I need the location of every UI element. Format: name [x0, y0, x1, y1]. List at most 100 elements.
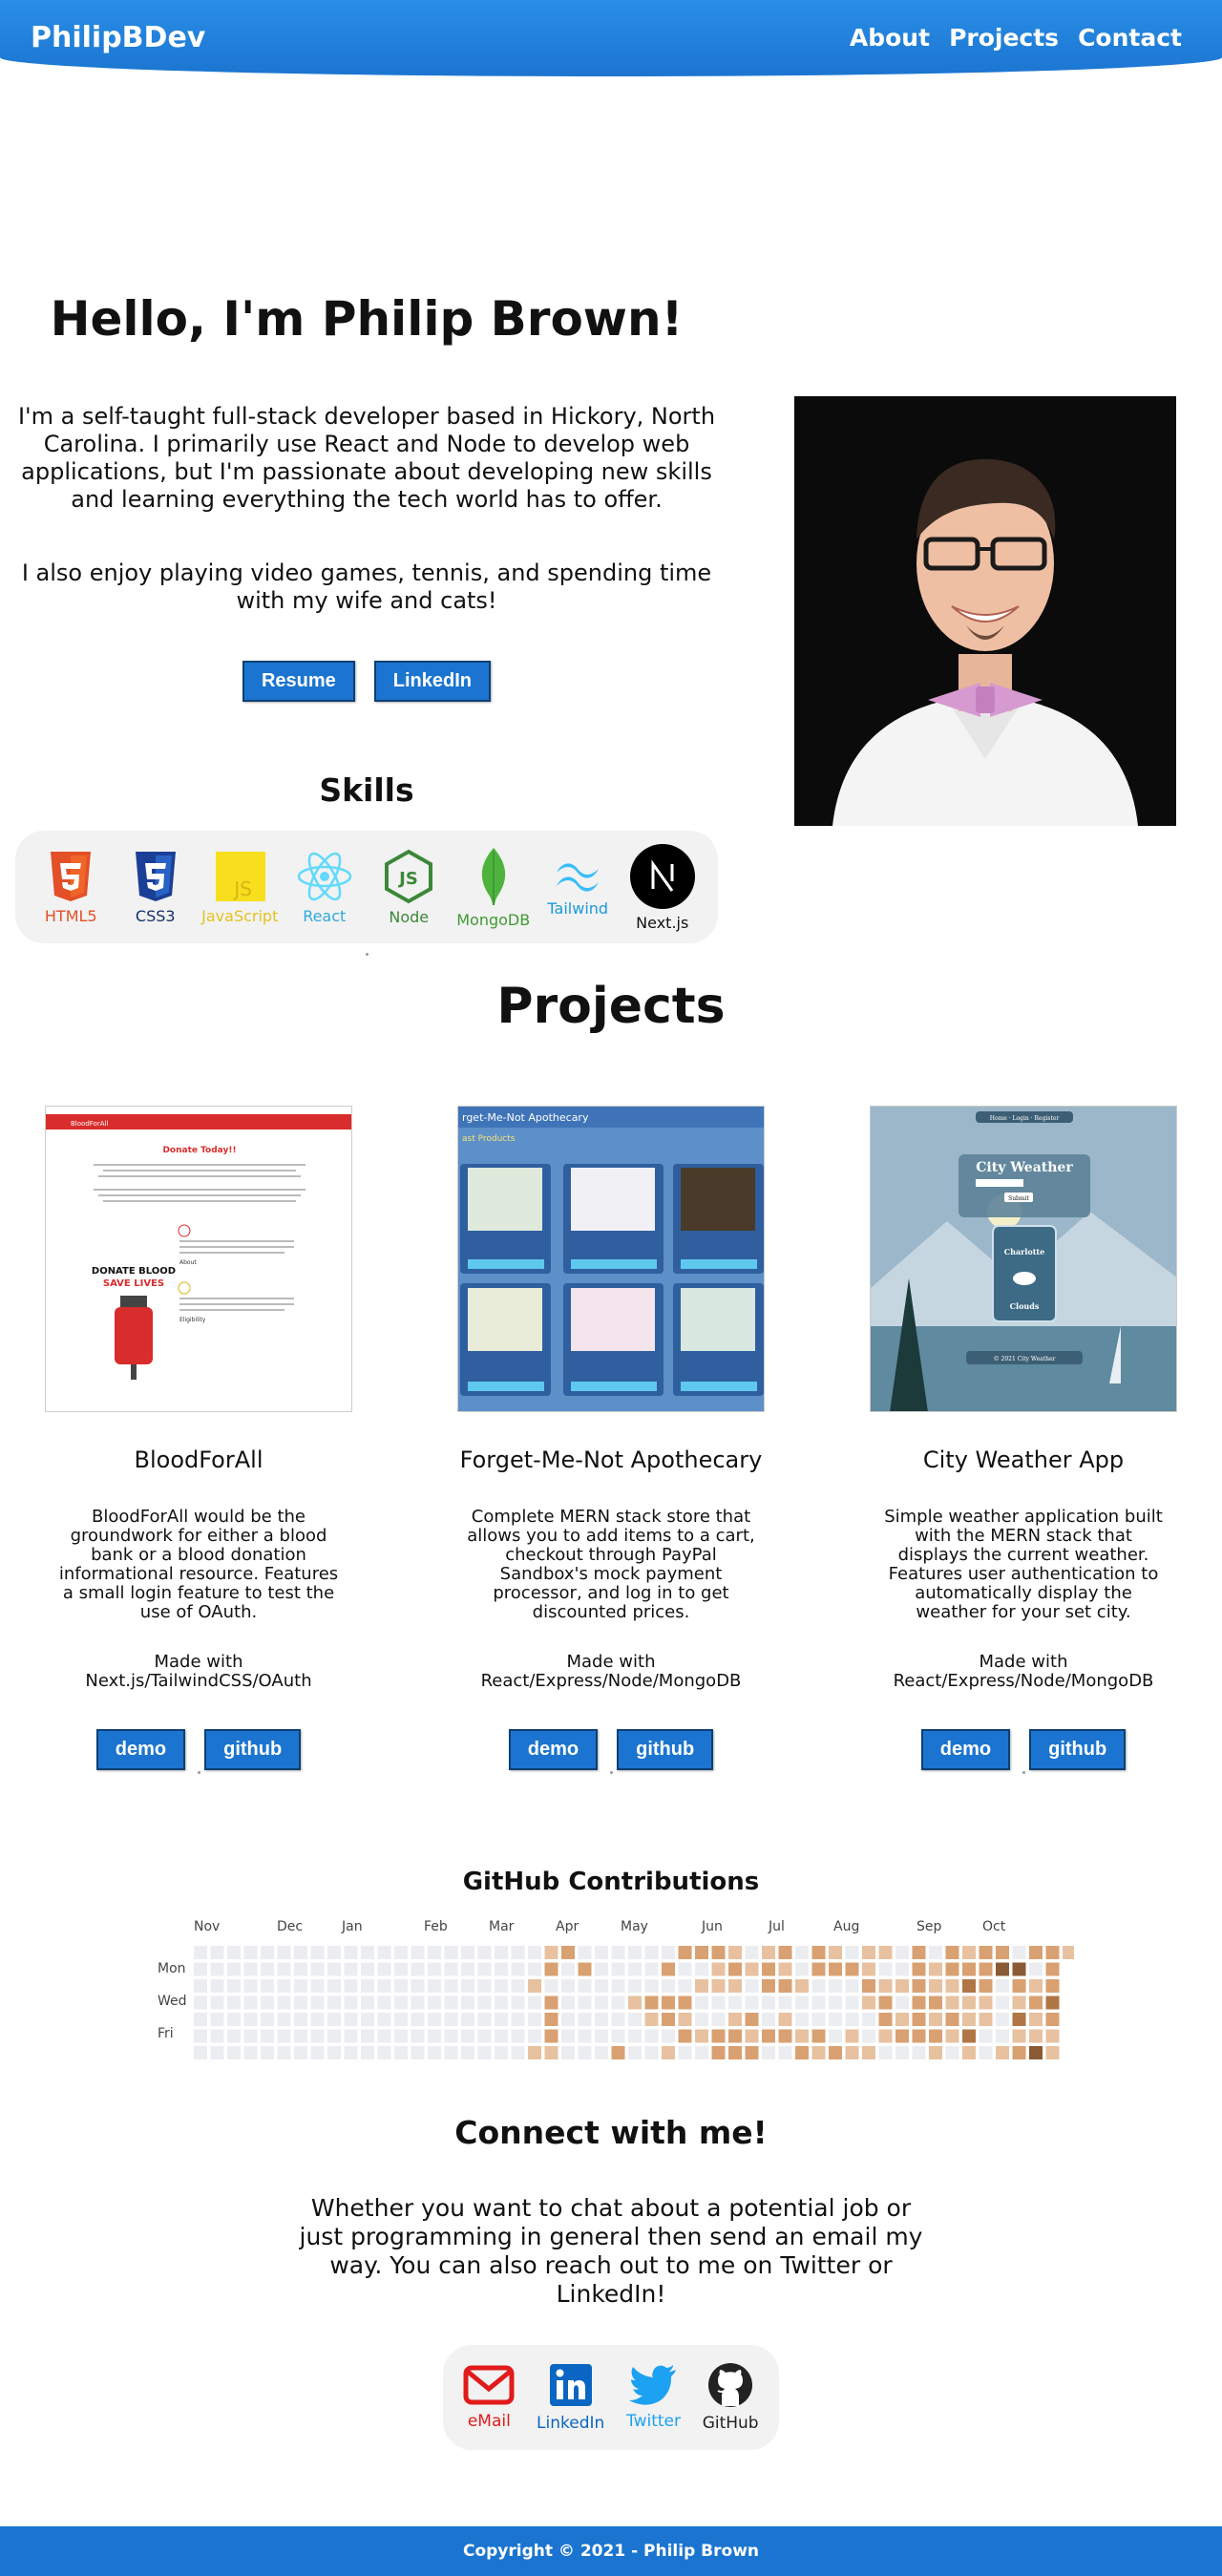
contribution-day	[795, 1962, 809, 1976]
project-card-bloodforall: BloodForAll Donate Today!! DONATE BLOOD …	[45, 1106, 352, 1770]
project-screenshot[interactable]: rget-Me-Not Apothecary ast Products	[457, 1106, 765, 1412]
contribution-day	[728, 1979, 742, 1993]
screenshot-nav: Home · Login · Register	[990, 1115, 1060, 1122]
contribution-day	[511, 1946, 525, 1959]
site-logo[interactable]: PhilipBDev	[31, 21, 205, 54]
contribution-day	[628, 1995, 642, 2010]
contribution-day	[1029, 2046, 1043, 2059]
contribution-day	[511, 2029, 525, 2043]
github-button[interactable]: github	[617, 1729, 714, 1770]
contribution-day	[578, 2029, 592, 2043]
contribution-day	[611, 2013, 625, 2026]
skill-node: JS Node	[368, 849, 450, 926]
skill-label: HTML5	[44, 906, 97, 925]
contribution-day	[611, 2046, 625, 2059]
contribution-day	[327, 1946, 341, 1959]
contribution-day	[294, 1995, 307, 2010]
connect-title: Connect with me!	[454, 2114, 768, 2151]
contribution-day	[261, 1946, 274, 1959]
email-link[interactable]: eMail	[463, 2364, 515, 2431]
nav-contact-link[interactable]: Contact	[1078, 24, 1182, 52]
contribution-day	[261, 2046, 274, 2059]
contribution-day	[261, 1979, 274, 1993]
contribution-day	[444, 2046, 458, 2059]
linkedin-link[interactable]: LinkedIn	[537, 2362, 604, 2433]
contribution-day	[411, 2046, 425, 2059]
contribution-day	[477, 1962, 492, 1976]
demo-button[interactable]: demo	[920, 1729, 1011, 1770]
github-link[interactable]: GitHub	[703, 2362, 759, 2433]
contribution-day	[210, 1946, 224, 1959]
contribution-day	[662, 2029, 675, 2043]
project-screenshot[interactable]: BloodForAll Donate Today!! DONATE BLOOD …	[45, 1106, 352, 1412]
contribution-day	[1045, 1962, 1060, 1976]
resume-button[interactable]: Resume	[242, 661, 355, 702]
contribution-day	[394, 2013, 408, 2026]
contribution-day	[762, 1995, 775, 2010]
contribution-day	[327, 2013, 341, 2026]
svg-text:JS: JS	[233, 877, 253, 900]
contribution-day	[628, 2029, 642, 2043]
mongodb-icon	[481, 847, 505, 905]
contribution-day	[728, 1995, 742, 2010]
skill-label: CSS3	[135, 906, 176, 925]
linkedin-button[interactable]: LinkedIn	[373, 661, 492, 702]
demo-button[interactable]: demo	[508, 1729, 599, 1770]
project-title: BloodForAll	[134, 1446, 263, 1473]
contribution-day	[428, 1946, 441, 1959]
project-tech: Made with Next.js/TailwindCSS/OAuth	[85, 1652, 312, 1691]
contribution-day	[495, 2046, 508, 2059]
contribution-day	[344, 1946, 358, 1959]
contribution-day	[945, 1962, 959, 1976]
contribution-day	[1029, 2029, 1043, 2043]
contribution-day	[929, 2013, 942, 2026]
contribution-day	[227, 2029, 241, 2043]
project-description: Simple weather application built with th…	[884, 1507, 1163, 1622]
contribution-day	[394, 1995, 408, 2010]
contribution-day	[495, 2029, 508, 2043]
contribution-day	[495, 1995, 508, 2010]
contribution-day	[1029, 1962, 1043, 1976]
contribution-day	[227, 2013, 241, 2026]
nav-about-link[interactable]: About	[850, 24, 930, 52]
screenshot-banner-1: DONATE BLOOD	[92, 1266, 176, 1277]
contribution-day	[1045, 2029, 1060, 2043]
contribution-day	[1012, 2046, 1026, 2059]
contribution-day	[829, 1979, 842, 1993]
contribution-day	[895, 1946, 909, 1959]
demo-button[interactable]: demo	[95, 1729, 186, 1770]
contribution-day	[979, 1995, 993, 2010]
contribution-day	[1045, 2046, 1060, 2059]
contribution-day	[662, 1979, 675, 1993]
skill-label: React	[303, 906, 347, 925]
contribution-day	[611, 1979, 625, 1993]
github-button[interactable]: github	[204, 1729, 302, 1770]
site-footer: Copyright © 2021 - Philip Brown	[0, 2526, 1222, 2576]
contribution-day	[762, 2046, 775, 2059]
contribution-day	[778, 1946, 792, 1959]
contribution-day	[811, 2046, 826, 2059]
contribution-day	[945, 1946, 959, 1959]
contribution-day	[243, 1995, 258, 2010]
contribution-day	[945, 2046, 959, 2059]
project-screenshot[interactable]: Home · Login · Register City Weather Sub…	[870, 1106, 1177, 1412]
contribution-day	[762, 2029, 775, 2043]
html5-icon	[51, 851, 92, 901]
contribution-day	[678, 1962, 692, 1976]
contribution-day	[628, 2046, 642, 2059]
contribution-day	[243, 1962, 258, 1976]
nav-projects-link[interactable]: Projects	[949, 24, 1059, 52]
contribution-day	[361, 1979, 374, 1993]
github-button[interactable]: github	[1029, 1729, 1127, 1770]
contribution-day	[662, 2046, 675, 2059]
contribution-day	[528, 2013, 541, 2026]
contribution-day	[711, 2029, 726, 2043]
twitter-link[interactable]: Twitter	[626, 2364, 681, 2431]
contribution-day	[227, 1979, 241, 1993]
contribution-day	[795, 1946, 809, 1959]
twitter-icon	[629, 2365, 677, 2405]
contribution-day	[528, 1979, 541, 1993]
contribution-day	[711, 2046, 726, 2059]
contribution-day	[511, 1995, 525, 2010]
contribution-day	[377, 1979, 391, 1993]
